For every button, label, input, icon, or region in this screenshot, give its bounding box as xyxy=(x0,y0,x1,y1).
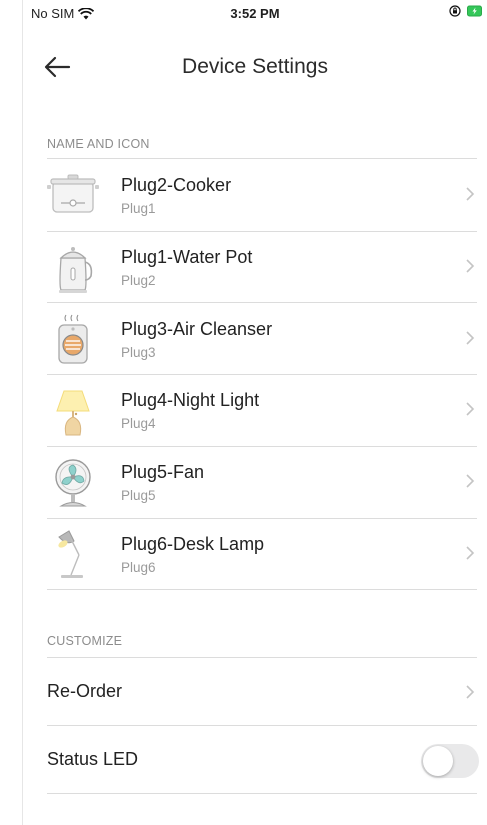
device-row-air-cleanser[interactable]: Plug3-Air Cleanser Plug3 xyxy=(47,304,477,375)
device-plug-label: Plug2 xyxy=(121,273,156,288)
divider xyxy=(47,589,477,590)
status-led-row: Status LED xyxy=(47,726,479,794)
device-name: Plug3-Air Cleanser xyxy=(121,319,273,339)
chevron-right-icon xyxy=(466,259,475,273)
chevron-right-icon xyxy=(466,474,475,488)
device-plug-label: Plug4 xyxy=(121,416,156,431)
chevron-right-icon xyxy=(466,187,475,201)
device-row-water-pot[interactable]: Plug1-Water Pot Plug2 xyxy=(47,232,477,303)
status-bar: No SIM 3:52 PM xyxy=(23,0,487,26)
fan-icon xyxy=(55,459,91,507)
device-plug-label: Plug6 xyxy=(121,560,156,575)
device-row-fan[interactable]: Plug5-Fan Plug5 xyxy=(47,447,477,518)
battery-charging-icon xyxy=(467,5,482,17)
chevron-right-icon xyxy=(466,685,475,699)
section-header-name-and-icon: NAME AND ICON xyxy=(47,137,150,151)
divider xyxy=(47,302,477,303)
divider xyxy=(47,793,477,794)
device-name: Plug2-Cooker xyxy=(121,175,232,195)
night-light-icon xyxy=(56,390,90,436)
clock: 3:52 PM xyxy=(230,6,280,21)
device-row-cooker[interactable]: Plug2-Cooker Plug1 xyxy=(47,160,477,231)
kettle-icon xyxy=(59,247,93,293)
device-name: Plug6-Desk Lamp xyxy=(121,534,265,554)
section-header-customize: CUSTOMIZE xyxy=(47,634,123,648)
device-plug-label: Plug3 xyxy=(121,345,156,360)
air-purifier-icon xyxy=(58,314,88,364)
device-row-desk-lamp[interactable]: Plug6-Desk Lamp Plug6 xyxy=(47,519,477,590)
device-row-night-light[interactable]: Plug4-Night Light Plug4 xyxy=(47,375,477,446)
device-name: Plug5-Fan xyxy=(121,462,205,482)
status-led-label: Status LED xyxy=(47,749,139,769)
reorder-row[interactable]: Re-Order xyxy=(47,658,477,726)
chevron-right-icon xyxy=(466,546,475,560)
device-settings-screen: No SIM 3:52 PM Device Settings NAME AND … xyxy=(22,0,487,825)
page-title: Device Settings xyxy=(182,55,328,78)
orientation-lock-icon xyxy=(449,5,461,17)
reorder-label: Re-Order xyxy=(47,681,123,701)
desk-lamp-icon xyxy=(58,530,83,578)
device-name: Plug4-Night Light xyxy=(121,390,260,410)
chevron-right-icon xyxy=(466,402,475,416)
toggle-knob[interactable] xyxy=(423,746,453,776)
divider xyxy=(47,158,477,159)
chevron-right-icon xyxy=(466,331,475,345)
device-plug-label: Plug5 xyxy=(121,488,156,503)
navigation-bar: Device Settings xyxy=(23,42,487,92)
device-plug-label: Plug1 xyxy=(121,201,156,216)
status-right xyxy=(449,5,483,17)
status-led-toggle[interactable] xyxy=(421,744,479,778)
device-name: Plug1-Water Pot xyxy=(121,247,253,267)
cooker-icon xyxy=(47,174,99,213)
